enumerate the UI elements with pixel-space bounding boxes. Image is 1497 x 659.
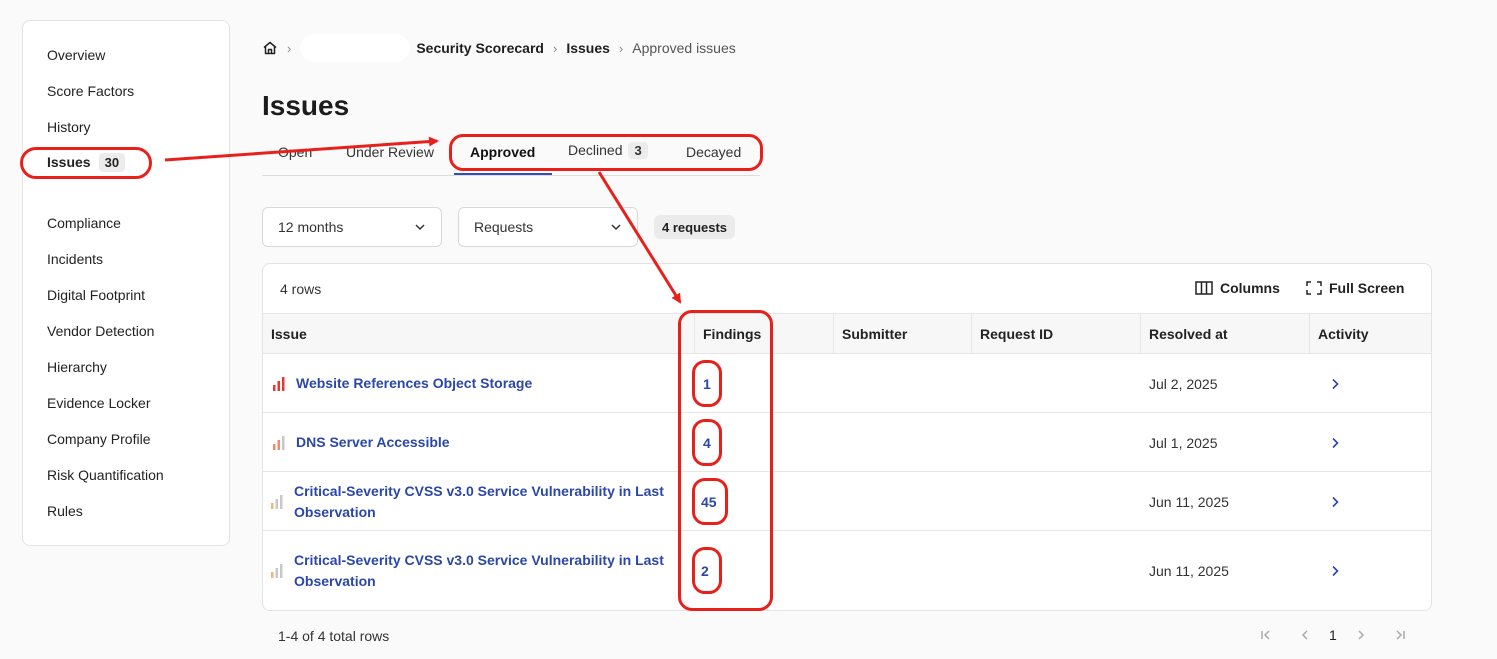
resolved-date: Jun 11, 2025 <box>1149 493 1229 510</box>
type-select-value: Requests <box>474 219 534 235</box>
table-row: Critical-Severity CVSS v3.0 Service Vuln… <box>263 531 1431 610</box>
breadcrumb-issues[interactable]: Issues <box>566 40 610 56</box>
table-row: Critical-Severity CVSS v3.0 Service Vuln… <box>263 472 1431 531</box>
chevron-right-icon[interactable] <box>1330 437 1340 449</box>
columns-button-label: Columns <box>1220 280 1280 296</box>
sidebar-item-issues[interactable]: Issues 30 <box>47 153 126 172</box>
tab-declined[interactable]: Declined 3 <box>568 142 648 159</box>
resolved-date: Jun 11, 2025 <box>1149 563 1229 579</box>
first-page-icon[interactable] <box>1260 629 1272 641</box>
tab-under-review[interactable]: Under Review <box>346 144 434 160</box>
columns-icon <box>1195 281 1213 295</box>
tab-decayed[interactable]: Decayed <box>686 144 741 160</box>
tab-open[interactable]: Open <box>278 144 312 160</box>
severity-high-icon <box>273 376 285 391</box>
sidebar-item-label: Issues <box>47 154 91 170</box>
sidebar-item-compliance[interactable]: Compliance <box>47 215 121 231</box>
findings-link[interactable]: 45 <box>701 494 717 510</box>
issue-link[interactable]: Website References Object Storage <box>296 373 532 394</box>
page-title: Issues <box>262 90 350 121</box>
issue-link[interactable]: Critical-Severity CVSS v3.0 Service Vuln… <box>294 481 680 523</box>
fullscreen-icon <box>1306 281 1322 295</box>
sidebar-item-history[interactable]: History <box>47 119 91 135</box>
table-header: Issue Findings Submitter Request ID Reso… <box>263 313 1431 354</box>
chevron-right-icon[interactable] <box>1330 378 1340 390</box>
breadcrumb-separator-icon: › <box>618 40 624 56</box>
sidebar-item-incidents[interactable]: Incidents <box>47 251 103 267</box>
resolved-date: Jul 2, 2025 <box>1149 375 1218 392</box>
table-row: DNS Server Accessible 4 Jul 1, 2025 <box>263 413 1431 472</box>
sidebar-item-digital-footprint[interactable]: Digital Footprint <box>47 287 145 303</box>
previous-page-icon[interactable] <box>1299 629 1311 641</box>
chevron-right-icon[interactable] <box>1330 565 1340 577</box>
breadcrumb-security-scorecard[interactable]: Security Scorecard <box>416 40 544 56</box>
column-header-submitter[interactable]: Submitter <box>834 314 972 353</box>
column-header-findings[interactable]: Findings <box>695 314 834 353</box>
chevron-down-icon <box>415 224 425 231</box>
tab-label: Declined <box>568 142 623 158</box>
period-select-value: 12 months <box>278 219 344 235</box>
issue-status-tabs: Open Under Review Approved Declined 3 Dec… <box>262 140 760 176</box>
issue-link[interactable]: Critical-Severity CVSS v3.0 Service Vuln… <box>294 550 680 592</box>
period-select[interactable]: 12 months <box>262 207 442 247</box>
declined-count-badge: 3 <box>628 142 648 159</box>
chevron-right-icon[interactable] <box>1330 496 1340 508</box>
issues-count-badge: 30 <box>98 153 126 172</box>
columns-button[interactable]: Columns <box>1195 280 1280 296</box>
fullscreen-button-label: Full Screen <box>1329 280 1405 296</box>
breadcrumb-current: Approved issues <box>632 40 736 56</box>
chevron-down-icon <box>611 224 621 231</box>
fullscreen-button[interactable]: Full Screen <box>1306 280 1404 296</box>
redacted-company-name <box>300 34 411 62</box>
severity-medium-icon <box>273 435 285 450</box>
sidebar-item-risk-quantification[interactable]: Risk Quantification <box>47 467 164 483</box>
findings-link[interactable]: 4 <box>703 435 711 451</box>
sidebar-item-evidence-locker[interactable]: Evidence Locker <box>47 395 151 411</box>
resolved-date: Jul 1, 2025 <box>1149 434 1218 451</box>
sidebar-item-rules[interactable]: Rules <box>47 503 83 519</box>
breadcrumb: › Security Scorecard › Issues › Approved… <box>262 34 736 62</box>
findings-link[interactable]: 2 <box>701 563 709 579</box>
current-page-number[interactable]: 1 <box>1329 627 1337 643</box>
rows-count: 4 rows <box>280 281 322 297</box>
tab-approved[interactable]: Approved <box>470 144 535 160</box>
table-row: Website References Object Storage 1 Jul … <box>263 354 1431 413</box>
breadcrumb-separator-icon: › <box>552 40 558 56</box>
sidebar-item-vendor-detection[interactable]: Vendor Detection <box>47 323 154 339</box>
sidebar-item-company-profile[interactable]: Company Profile <box>47 431 151 447</box>
severity-low-icon <box>271 494 283 509</box>
next-page-icon[interactable] <box>1355 629 1367 641</box>
column-header-resolved-at[interactable]: Resolved at <box>1141 314 1310 353</box>
column-header-issue[interactable]: Issue <box>263 314 695 353</box>
sidebar-item-overview[interactable]: Overview <box>47 47 105 63</box>
last-page-icon[interactable] <box>1394 629 1406 641</box>
total-rows-label: 1-4 of 4 total rows <box>278 628 390 644</box>
column-header-request-id[interactable]: Request ID <box>972 314 1141 353</box>
home-icon[interactable] <box>262 40 278 56</box>
issue-link[interactable]: DNS Server Accessible <box>296 432 450 453</box>
sidebar-item-hierarchy[interactable]: Hierarchy <box>47 359 107 375</box>
findings-link[interactable]: 1 <box>703 376 711 392</box>
requests-count-pill: 4 requests <box>654 215 736 239</box>
column-header-activity[interactable]: Activity <box>1310 314 1431 353</box>
type-select[interactable]: Requests <box>458 207 638 247</box>
active-tab-indicator <box>454 173 552 175</box>
issues-table: 4 rows Columns Full Screen Issue Finding… <box>262 263 1432 611</box>
sidebar-nav: Overview Score Factors History Issues 30 … <box>22 20 230 546</box>
breadcrumb-separator-icon: › <box>287 40 292 56</box>
sidebar-item-score-factors[interactable]: Score Factors <box>47 83 134 99</box>
severity-low-icon <box>271 564 283 578</box>
